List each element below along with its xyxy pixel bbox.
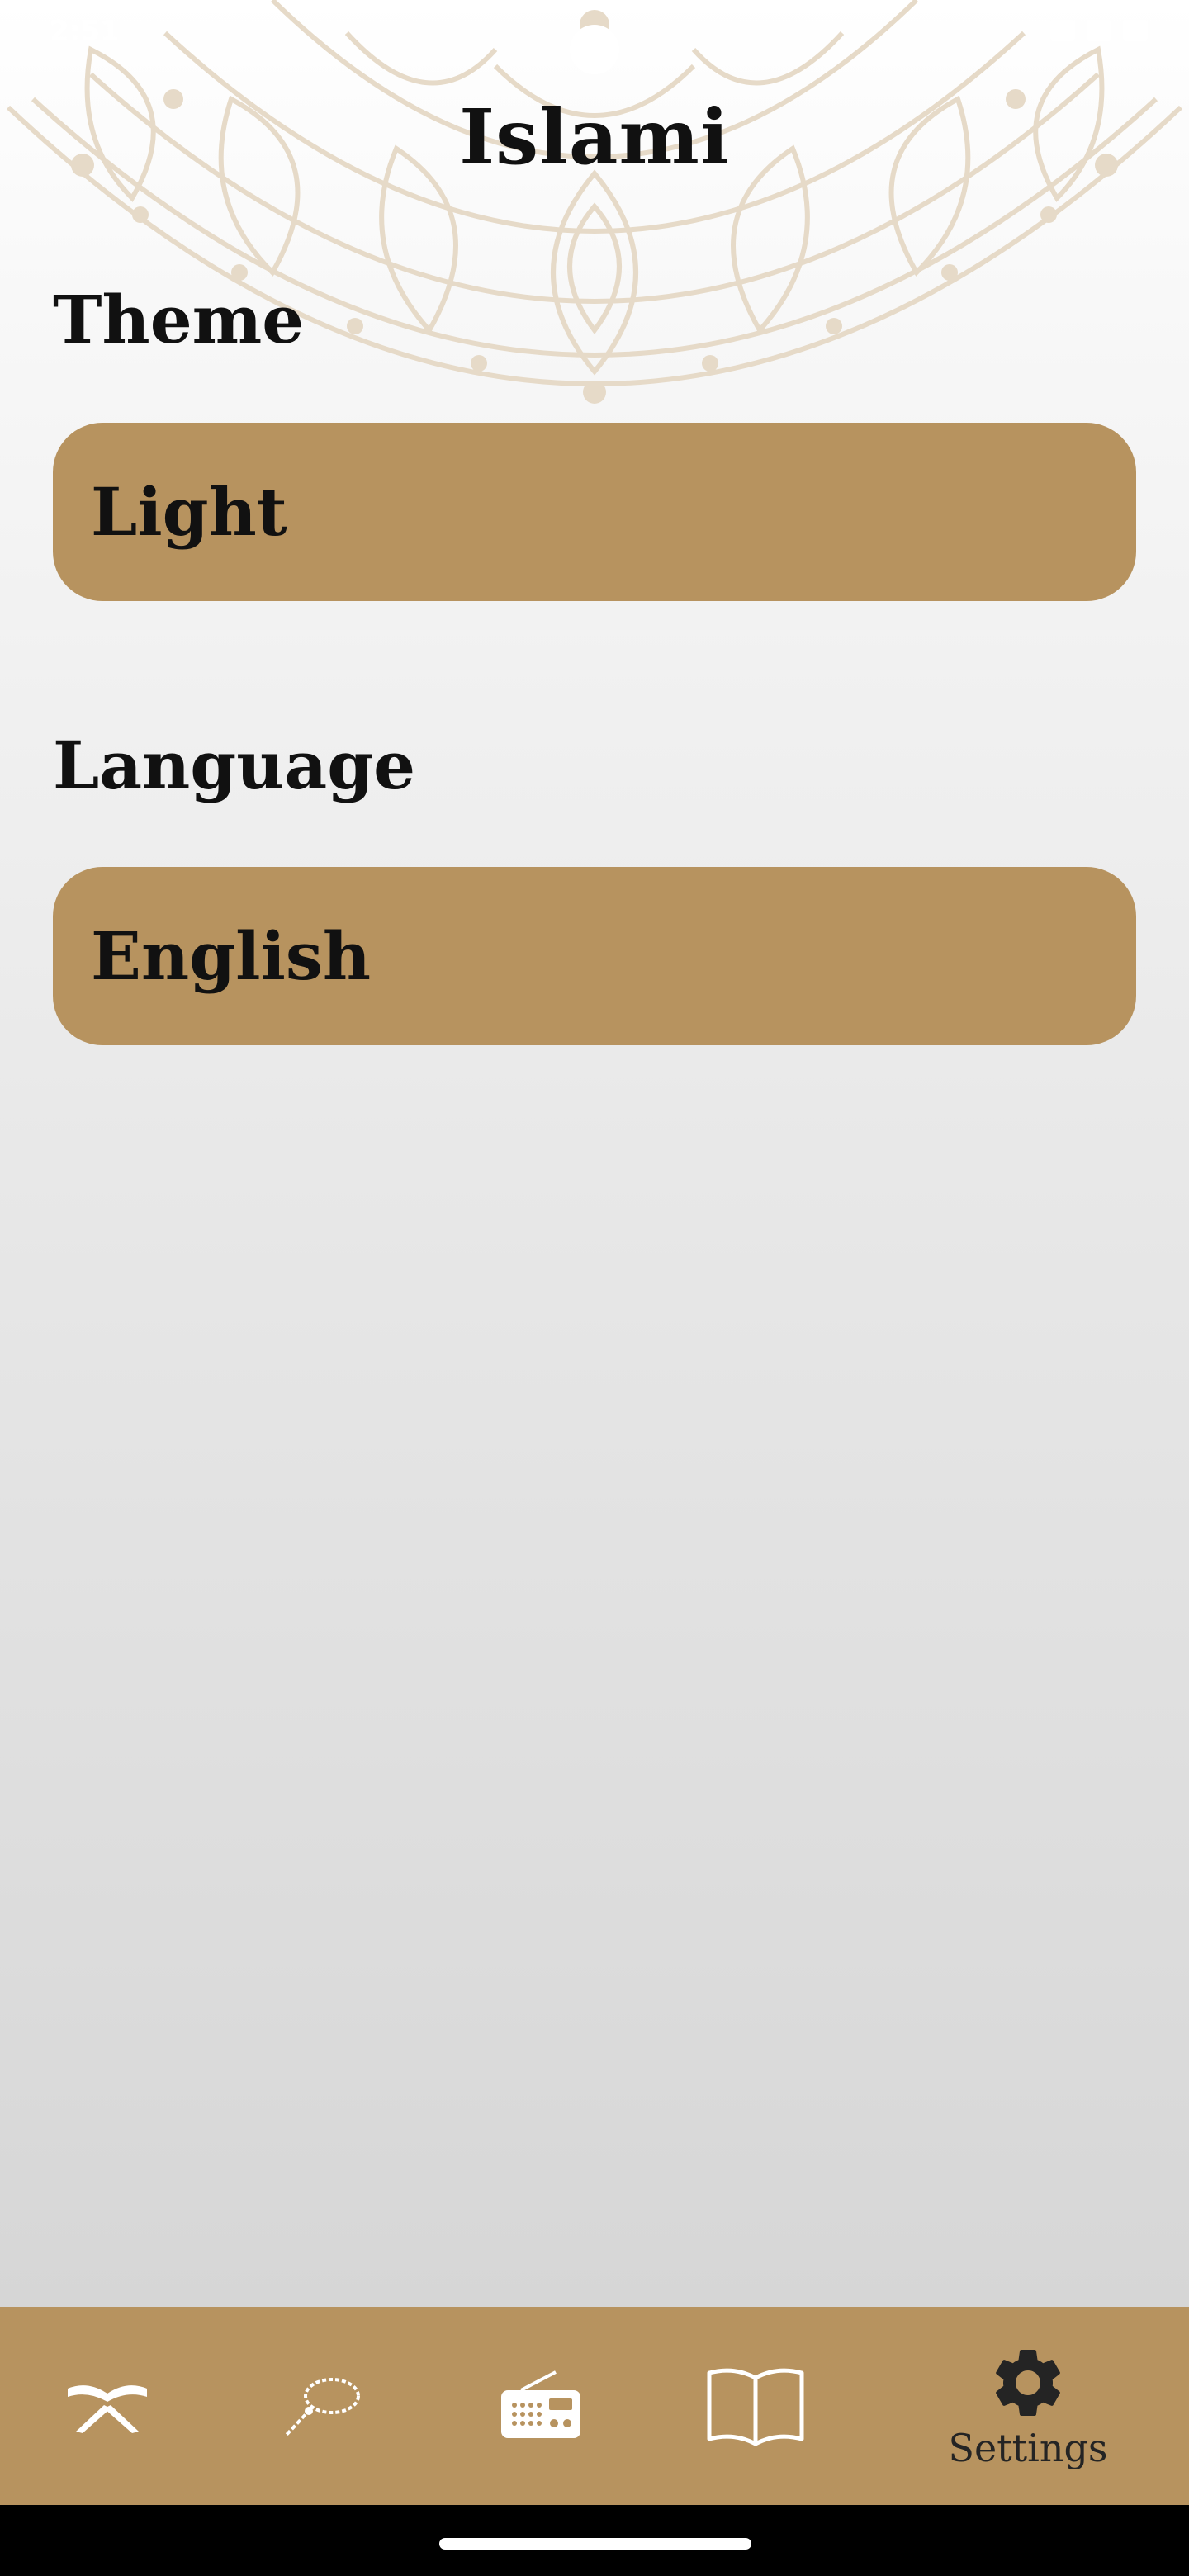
- status-time: 2:51: [50, 15, 120, 48]
- nav-item-quran[interactable]: [41, 2307, 173, 2505]
- bottom-navigation: Settings: [0, 2307, 1189, 2505]
- gear-icon: [996, 2350, 1060, 2416]
- open-book-icon: [707, 2368, 804, 2446]
- wifi-icon: [1087, 20, 1111, 41]
- battery-icon: [1123, 20, 1148, 41]
- home-indicator-area: [0, 2505, 1189, 2576]
- theme-select[interactable]: Light: [53, 423, 1136, 601]
- language-label: Language: [53, 727, 416, 804]
- radio-icon: [501, 2370, 580, 2438]
- status-icons: [1050, 20, 1148, 41]
- language-selected-value: English: [91, 917, 372, 995]
- quran-book-icon: [68, 2385, 147, 2433]
- nav-item-sebha[interactable]: [256, 2307, 388, 2505]
- language-select[interactable]: English: [53, 867, 1136, 1045]
- theme-selected-value: Light: [91, 473, 287, 551]
- nav-label-settings: Settings: [948, 2426, 1108, 2470]
- prayer-beads-icon: [284, 2378, 360, 2437]
- nav-item-radio[interactable]: [475, 2307, 607, 2505]
- signal-icon: [1050, 20, 1075, 41]
- nav-item-settings[interactable]: Settings: [917, 2307, 1139, 2505]
- theme-label: Theme: [53, 281, 305, 358]
- home-indicator[interactable]: [439, 2538, 751, 2550]
- settings-screen: 2:51 Islami Theme Light Language English: [0, 0, 1189, 2576]
- status-bar: 2:51: [0, 0, 1189, 74]
- nav-item-hadeth[interactable]: [689, 2307, 822, 2505]
- app-title: Islami: [459, 92, 730, 182]
- camera-cutout: [570, 25, 619, 74]
